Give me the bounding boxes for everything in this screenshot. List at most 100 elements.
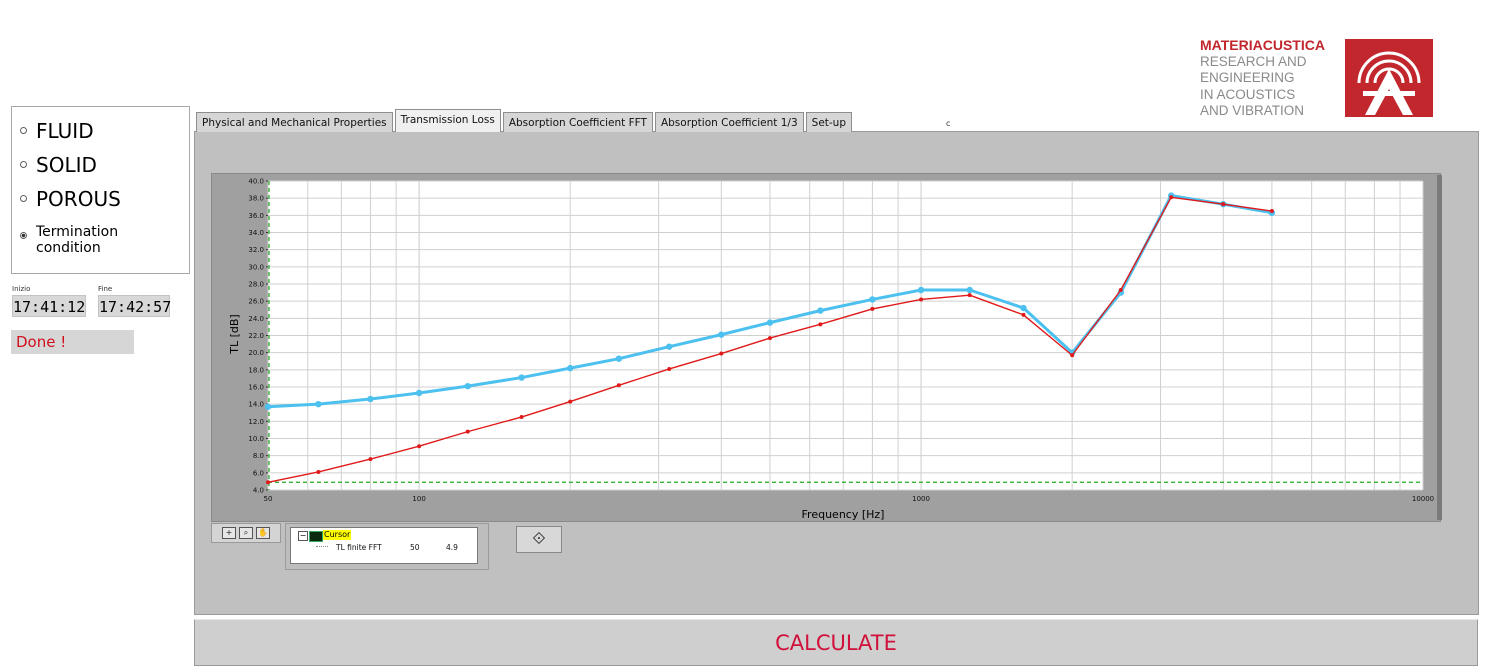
y-tick-label: 40.0 bbox=[248, 178, 264, 186]
series-point bbox=[415, 389, 423, 397]
series-point bbox=[666, 343, 673, 350]
logo-line-1: RESEARCH AND bbox=[1200, 53, 1307, 69]
series-point bbox=[464, 382, 471, 390]
series-point bbox=[719, 351, 724, 356]
crosshair-tool-icon[interactable]: + bbox=[222, 527, 236, 539]
series-point bbox=[316, 469, 321, 474]
y-tick-label: 18.0 bbox=[248, 366, 264, 374]
radio-fluid[interactable]: FLUID bbox=[20, 119, 94, 143]
zoom-tool-icon[interactable]: ⌕ bbox=[239, 527, 253, 539]
series-point bbox=[667, 366, 672, 371]
tab-absorption-coefficient-fft[interactable]: Absorption Coefficient FFT bbox=[502, 112, 653, 132]
start-time-label: Inizio bbox=[12, 285, 31, 293]
radio-button-icon[interactable] bbox=[20, 195, 27, 202]
series-point bbox=[1221, 202, 1226, 207]
series-point bbox=[767, 336, 772, 341]
radio-termination-condition[interactable]: Termination condition bbox=[20, 224, 136, 256]
x-tick-label: 100 bbox=[412, 495, 425, 503]
radio-solid-label: SOLID bbox=[36, 153, 97, 177]
graph-frame-shadow bbox=[1437, 175, 1442, 520]
radio-button-icon[interactable] bbox=[20, 127, 27, 134]
end-time-field: 17:42:57 bbox=[98, 295, 171, 317]
tab-transmission-loss[interactable]: Transmission Loss bbox=[394, 109, 501, 132]
cursor-title: Cursor bbox=[323, 530, 352, 540]
diamond-arrows-icon: ⟐ bbox=[532, 529, 546, 549]
pan-tool-icon[interactable]: ✋ bbox=[256, 527, 270, 539]
y-tick-label: 30.0 bbox=[248, 263, 264, 271]
series-point bbox=[519, 415, 524, 420]
y-tick-label: 24.0 bbox=[248, 315, 264, 323]
cursor-move-button[interactable]: ⟐ bbox=[516, 526, 562, 553]
y-axis-label: TL [dB] bbox=[228, 314, 241, 354]
series-point bbox=[465, 429, 470, 434]
logo-line-2: ENGINEERING bbox=[1200, 70, 1295, 85]
status-indicator: Done ! bbox=[11, 330, 134, 354]
series-point bbox=[967, 293, 972, 298]
logo-line-4: AND VIBRATION bbox=[1200, 103, 1305, 118]
y-tick-label: 14.0 bbox=[248, 401, 264, 409]
y-tick-label: 4.0 bbox=[253, 487, 264, 495]
x-tick-label: 1000 bbox=[912, 495, 930, 503]
materiacustica-logo: MATERIACUSTICA RESEARCH AND ENGINEERING … bbox=[1200, 37, 1433, 119]
y-tick-label: 22.0 bbox=[248, 332, 264, 340]
y-tick-label: 10.0 bbox=[248, 435, 264, 443]
radio-termination-label: Termination condition bbox=[36, 224, 119, 256]
stray-character: c bbox=[946, 119, 951, 128]
y-tick-label: 8.0 bbox=[253, 452, 264, 460]
series-point bbox=[966, 286, 973, 294]
series-point bbox=[266, 480, 270, 485]
radio-solid[interactable]: SOLID bbox=[20, 153, 97, 177]
logo-mark-icon bbox=[1345, 39, 1433, 117]
y-tick-label: 34.0 bbox=[248, 229, 264, 237]
radio-button-selected-icon[interactable] bbox=[20, 232, 27, 239]
series-point bbox=[1021, 312, 1026, 317]
y-tick-label: 20.0 bbox=[248, 349, 264, 357]
end-time-label: Fine bbox=[98, 285, 113, 293]
series-point bbox=[1020, 304, 1027, 312]
series-point bbox=[718, 331, 725, 338]
series-point bbox=[1118, 288, 1123, 293]
cursor-x-value: 50 bbox=[410, 543, 420, 552]
radio-porous[interactable]: POROUS bbox=[20, 187, 121, 211]
logo-text: MATERIACUSTICA RESEARCH AND ENGINEERING … bbox=[1200, 37, 1340, 120]
series-point bbox=[368, 457, 373, 462]
y-tick-label: 32.0 bbox=[248, 246, 264, 254]
tab-absorption-coefficient-third-octave[interactable]: Absorption Coefficient 1/3 bbox=[654, 112, 804, 132]
chart-grid bbox=[267, 180, 1424, 491]
collapse-icon[interactable]: − bbox=[298, 531, 308, 541]
series-point bbox=[568, 399, 573, 404]
tab-physical-mechanical-properties[interactable]: Physical and Mechanical Properties bbox=[196, 112, 393, 132]
y-tick-label: 16.0 bbox=[248, 384, 264, 392]
series-point bbox=[615, 355, 623, 362]
series-point bbox=[817, 307, 824, 314]
cursor-swatch-icon bbox=[309, 531, 323, 542]
series-point bbox=[1269, 209, 1274, 214]
series-point bbox=[518, 374, 525, 381]
series-point bbox=[616, 383, 621, 388]
y-tick-label: 36.0 bbox=[248, 212, 264, 220]
logo-title: MATERIACUSTICA bbox=[1200, 37, 1325, 53]
start-time-field: 17:41:12 bbox=[12, 295, 86, 317]
series-point bbox=[1070, 353, 1075, 358]
series-point bbox=[869, 296, 876, 303]
series-point bbox=[417, 444, 422, 449]
calculate-button[interactable]: CALCULATE bbox=[194, 619, 1478, 666]
series-point bbox=[367, 395, 374, 403]
radio-fluid-label: FLUID bbox=[36, 119, 94, 143]
material-type-radio-group: FLUID SOLID POROUS Termination condition bbox=[11, 106, 190, 274]
series-point bbox=[919, 297, 924, 302]
cursor-y-value: 4.9 bbox=[446, 543, 458, 552]
cursor-series-name: TL finite FFT bbox=[336, 543, 382, 552]
tab-set-up[interactable]: Set-up bbox=[805, 112, 853, 132]
radio-button-icon[interactable] bbox=[20, 161, 27, 168]
series-point bbox=[818, 322, 823, 327]
transmission-loss-chart[interactable]: 4.0 6.0 8.0 10.0 12.0 14.0 16.0 18.0 20.0 22.0 24.… bbox=[211, 173, 1437, 522]
tab-bar: Physical and Mechanical Properties Trans… bbox=[196, 109, 854, 132]
series-point bbox=[567, 364, 574, 372]
series-point bbox=[315, 400, 322, 408]
x-tick-label: 10000 bbox=[1412, 495, 1434, 503]
y-tick-label: 12.0 bbox=[248, 418, 264, 426]
y-tick-label: 38.0 bbox=[248, 195, 264, 203]
series-point bbox=[766, 319, 774, 326]
y-tick-label: 28.0 bbox=[248, 281, 264, 289]
